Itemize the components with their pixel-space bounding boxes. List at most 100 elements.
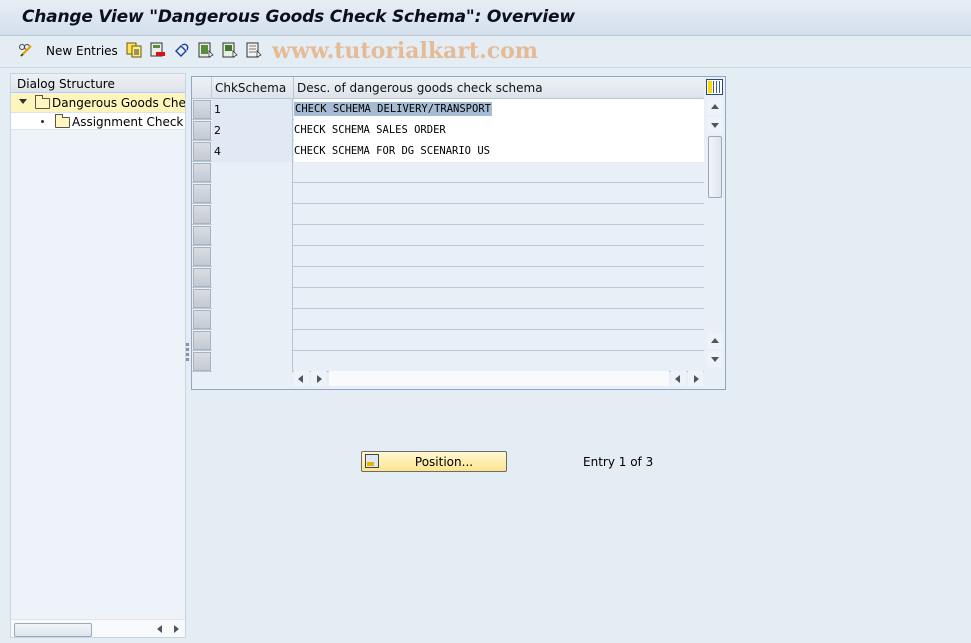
table-row[interactable] xyxy=(192,351,704,372)
toolbar: New Entries www.tutorialkart.com xyxy=(0,36,971,68)
expand-triangle-icon[interactable] xyxy=(19,99,27,104)
scroll-right-icon[interactable] xyxy=(174,625,179,633)
scroll-right-button[interactable] xyxy=(311,371,326,386)
scroll-thumb[interactable] xyxy=(708,136,722,198)
row-selector[interactable] xyxy=(193,163,211,182)
select-all-rows-cell[interactable] xyxy=(192,77,212,99)
row-selector[interactable] xyxy=(193,205,211,224)
cell-description[interactable] xyxy=(294,288,704,309)
table-row[interactable] xyxy=(192,162,704,183)
row-selector[interactable] xyxy=(193,289,211,308)
table-row[interactable] xyxy=(192,204,704,225)
cell-description[interactable] xyxy=(294,351,704,372)
cell-chkschema[interactable]: 2 xyxy=(212,120,293,141)
dialog-structure-pane: Dialog Structure Dangerous Goods Check S… xyxy=(10,73,186,638)
scroll-thumb[interactable] xyxy=(14,623,92,637)
splitter-grip xyxy=(186,343,189,346)
row-selector[interactable] xyxy=(193,142,211,161)
row-selector[interactable] xyxy=(193,121,211,140)
scroll-down-button[interactable] xyxy=(707,117,723,133)
row-selector[interactable] xyxy=(193,331,211,350)
cell-chkschema[interactable] xyxy=(212,225,293,246)
scroll-up-button[interactable] xyxy=(707,333,723,349)
table-vscrollbar[interactable] xyxy=(705,99,725,369)
cell-description[interactable]: CHECK SCHEMA SALES ORDER xyxy=(294,120,704,141)
cell-description[interactable] xyxy=(294,246,704,267)
cell-chkschema[interactable] xyxy=(212,246,293,267)
row-selector[interactable] xyxy=(193,226,211,245)
scroll-left-button[interactable] xyxy=(294,371,309,386)
new-entries-button[interactable]: New Entries xyxy=(46,44,118,58)
cell-description[interactable] xyxy=(294,162,704,183)
undo-icon[interactable] xyxy=(174,42,190,58)
scroll-left-icon[interactable] xyxy=(157,625,162,633)
deselect-all-icon[interactable] xyxy=(246,42,262,58)
cell-chkschema[interactable] xyxy=(212,309,293,330)
table-header: ChkSchema Desc. of dangerous goods check… xyxy=(192,77,704,99)
cell-chkschema[interactable] xyxy=(212,267,293,288)
scroll-down-button[interactable] xyxy=(707,351,723,367)
cell-description[interactable]: CHECK SCHEMA FOR DG SCENARIO US xyxy=(294,141,704,162)
pane-splitter[interactable] xyxy=(186,73,190,638)
arrow-left-icon xyxy=(298,375,303,383)
select-block-icon[interactable] xyxy=(222,42,238,58)
check-schema-table: ChkSchema Desc. of dangerous goods check… xyxy=(191,76,726,390)
row-selector[interactable] xyxy=(193,310,211,329)
folder-icon xyxy=(55,114,70,128)
column-header-description[interactable]: Desc. of dangerous goods check schema xyxy=(297,81,543,95)
arrow-up-icon xyxy=(711,104,719,109)
table-row[interactable] xyxy=(192,309,704,330)
table-settings-icon[interactable] xyxy=(706,79,723,95)
cell-chkschema[interactable] xyxy=(212,204,293,225)
table-row[interactable] xyxy=(192,288,704,309)
table-row[interactable]: 4 CHECK SCHEMA FOR DG SCENARIO US xyxy=(192,141,704,162)
cell-chkschema[interactable] xyxy=(212,183,293,204)
arrow-down-icon xyxy=(711,357,719,362)
cell-chkschema[interactable] xyxy=(212,288,293,309)
page-title: Change View "Dangerous Goods Check Schem… xyxy=(22,7,575,27)
cell-chkschema[interactable] xyxy=(212,162,293,183)
cell-chkschema[interactable] xyxy=(212,351,293,372)
cell-chkschema[interactable]: 4 xyxy=(212,141,293,162)
edit-glasses-icon[interactable] xyxy=(18,42,34,58)
table-row[interactable] xyxy=(192,267,704,288)
table-row[interactable] xyxy=(192,330,704,351)
table-row[interactable] xyxy=(192,246,704,267)
table-row[interactable]: 2 CHECK SCHEMA SALES ORDER xyxy=(192,120,704,141)
column-separator[interactable] xyxy=(293,77,294,99)
row-selector[interactable] xyxy=(193,268,211,287)
row-selector[interactable] xyxy=(193,247,211,266)
copy-icon[interactable] xyxy=(126,42,142,58)
cell-description[interactable] xyxy=(294,309,704,330)
cell-description[interactable] xyxy=(294,204,704,225)
scroll-up-button[interactable] xyxy=(707,99,723,115)
cell-description[interactable] xyxy=(294,183,704,204)
cell-chkschema[interactable]: 1 xyxy=(212,99,293,120)
tree-item-dangerous-goods-check-schema[interactable]: Dangerous Goods Check Schema xyxy=(11,94,185,112)
cell-description[interactable]: CHECK SCHEMA DELIVERY/TRANSPORT xyxy=(294,99,704,120)
description-text: CHECK SCHEMA SALES ORDER xyxy=(294,124,446,136)
column-header-chkschema[interactable]: ChkSchema xyxy=(215,81,286,95)
cell-description[interactable] xyxy=(294,225,704,246)
table-row[interactable] xyxy=(192,225,704,246)
title-bar: Change View "Dangerous Goods Check Schem… xyxy=(0,0,971,36)
row-selector[interactable] xyxy=(193,352,211,371)
tree-item-assignment-check-schema[interactable]: Assignment Check Schema xyxy=(11,112,185,130)
cell-description[interactable] xyxy=(294,267,704,288)
description-text: CHECK SCHEMA DELIVERY/TRANSPORT xyxy=(294,102,492,116)
cell-description[interactable] xyxy=(294,330,704,351)
table-row[interactable]: 1 CHECK SCHEMA DELIVERY/TRANSPORT xyxy=(192,99,704,120)
scroll-track[interactable] xyxy=(329,371,669,386)
row-selector[interactable] xyxy=(193,184,211,203)
select-all-icon[interactable] xyxy=(198,42,214,58)
dialog-structure-hscrollbar[interactable] xyxy=(11,619,185,637)
splitter-grip xyxy=(186,358,189,361)
delete-icon[interactable] xyxy=(150,42,166,58)
table-row[interactable] xyxy=(192,183,704,204)
cell-chkschema[interactable] xyxy=(212,330,293,351)
scroll-right-button[interactable] xyxy=(688,371,703,386)
row-selector[interactable] xyxy=(193,100,211,119)
scroll-left-button[interactable] xyxy=(671,371,686,386)
table-hscrollbar[interactable] xyxy=(294,371,704,387)
position-button[interactable]: Position... xyxy=(361,451,507,472)
